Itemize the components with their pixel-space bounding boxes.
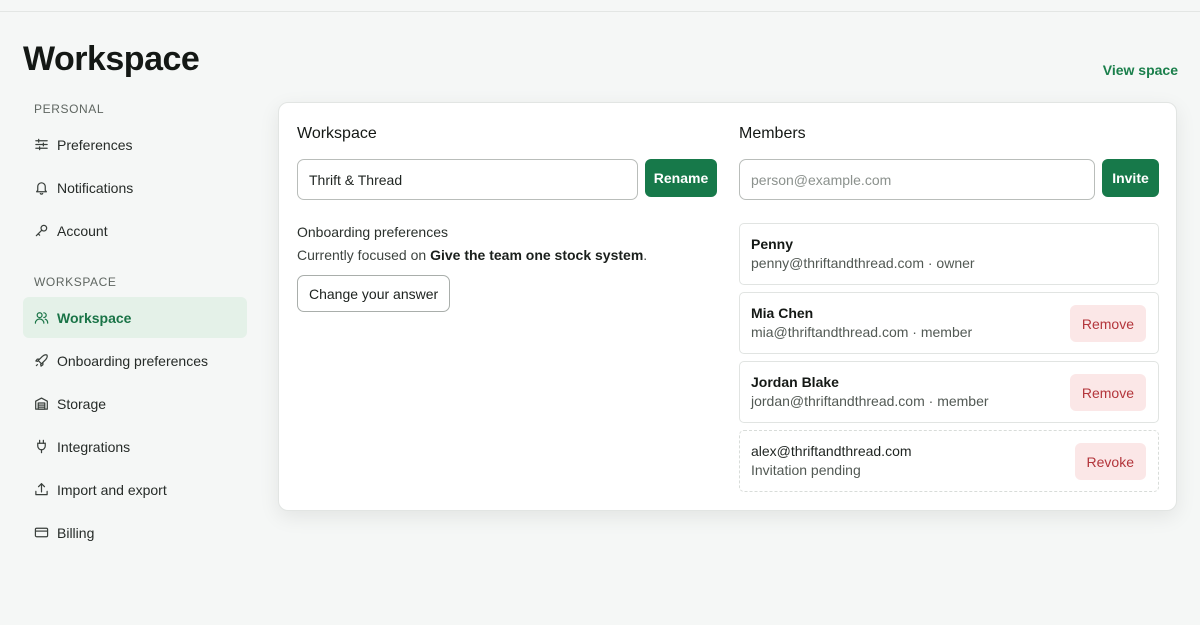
view-space-link[interactable]: View space <box>1103 62 1178 78</box>
focus-value: Give the team one stock system <box>430 247 644 263</box>
sidebar-item-label: Account <box>57 222 108 239</box>
sidebar-item-label: Storage <box>57 395 107 412</box>
onboarding-heading: Onboarding preferences <box>297 224 448 240</box>
sidebar-item-notifications[interactable]: Notifications <box>23 167 247 208</box>
sidebar-item-label: Onboarding preferences <box>57 352 208 369</box>
sidebar-item-onboarding-preferences[interactable]: Onboarding preferences <box>23 340 247 381</box>
sliders-icon <box>35 138 48 151</box>
sidebar-heading-workspace: WORKSPACE <box>34 275 117 289</box>
member-name: Mia Chen <box>751 305 814 321</box>
sidebar-item-workspace[interactable]: Workspace <box>23 297 247 338</box>
bell-icon <box>36 182 47 195</box>
credit-card-icon <box>34 527 49 538</box>
revoke-invite-button[interactable]: Revoke <box>1074 443 1146 480</box>
member-row: Jordan Blake jordan@thriftandthread.com … <box>739 361 1159 423</box>
top-bar <box>0 0 1200 12</box>
rename-button[interactable]: Rename <box>645 159 717 197</box>
sidebar-item-label: Workspace <box>57 309 132 326</box>
sidebar-item-integrations[interactable]: Integrations <box>23 426 247 467</box>
plug-icon <box>37 439 46 454</box>
sidebar-item-label: Notifications <box>57 179 134 196</box>
member-detail: penny@thriftandthread.com · owner <box>751 255 975 271</box>
member-detail: mia@thriftandthread.com · member <box>751 324 973 340</box>
member-row: Mia Chen mia@thriftandthread.com · membe… <box>739 292 1159 354</box>
sidebar-item-label: Import and export <box>57 481 167 498</box>
users-icon <box>34 312 49 324</box>
sidebar-item-label: Billing <box>57 524 95 541</box>
sidebar-item-preferences[interactable]: Preferences <box>23 124 247 165</box>
sidebar-item-label: Integrations <box>57 438 131 455</box>
sidebar-item-storage[interactable]: Storage <box>23 383 247 424</box>
sidebar-item-import-export[interactable]: Import and export <box>23 469 247 510</box>
rocket-icon <box>35 354 48 367</box>
workspace-name-input[interactable] <box>297 159 638 200</box>
member-row: Penny penny@thriftandthread.com · owner <box>739 223 1159 285</box>
change-answer-button[interactable]: Change your answer <box>297 275 451 312</box>
remove-member-button[interactable]: Remove <box>1069 374 1146 411</box>
focus-prefix: Currently focused on <box>297 247 431 263</box>
member-name: Penny <box>751 236 794 252</box>
invite-email: alex@thriftandthread.com <box>751 443 912 459</box>
invite-button[interactable]: Invite <box>1102 159 1159 197</box>
focus-suffix: . <box>643 247 648 263</box>
page-title: Workspace <box>23 40 200 78</box>
remove-member-button[interactable]: Remove <box>1069 305 1146 342</box>
sidebar-item-billing[interactable]: Billing <box>23 512 247 553</box>
upload-icon <box>35 483 48 496</box>
onboarding-focus-text: Currently focused on Give the team one s… <box>297 247 647 263</box>
member-detail: jordan@thriftandthread.com · member <box>751 393 989 409</box>
members-section-title: Members <box>739 125 806 142</box>
invite-email-input[interactable] <box>739 159 1095 200</box>
warehouse-icon <box>35 397 48 410</box>
sidebar-item-account[interactable]: Account <box>23 210 247 251</box>
settings-card: Workspace Rename Onboarding preferences … <box>278 102 1177 511</box>
pending-invite-row: alex@thriftandthread.com Invitation pend… <box>739 430 1159 492</box>
invite-status: Invitation pending <box>751 462 861 478</box>
workspace-section-title: Workspace <box>297 125 377 142</box>
key-icon <box>35 224 48 237</box>
sidebar-item-label: Preferences <box>57 136 133 153</box>
member-name: Jordan Blake <box>751 374 839 390</box>
sidebar-heading-personal: PERSONAL <box>34 102 105 116</box>
